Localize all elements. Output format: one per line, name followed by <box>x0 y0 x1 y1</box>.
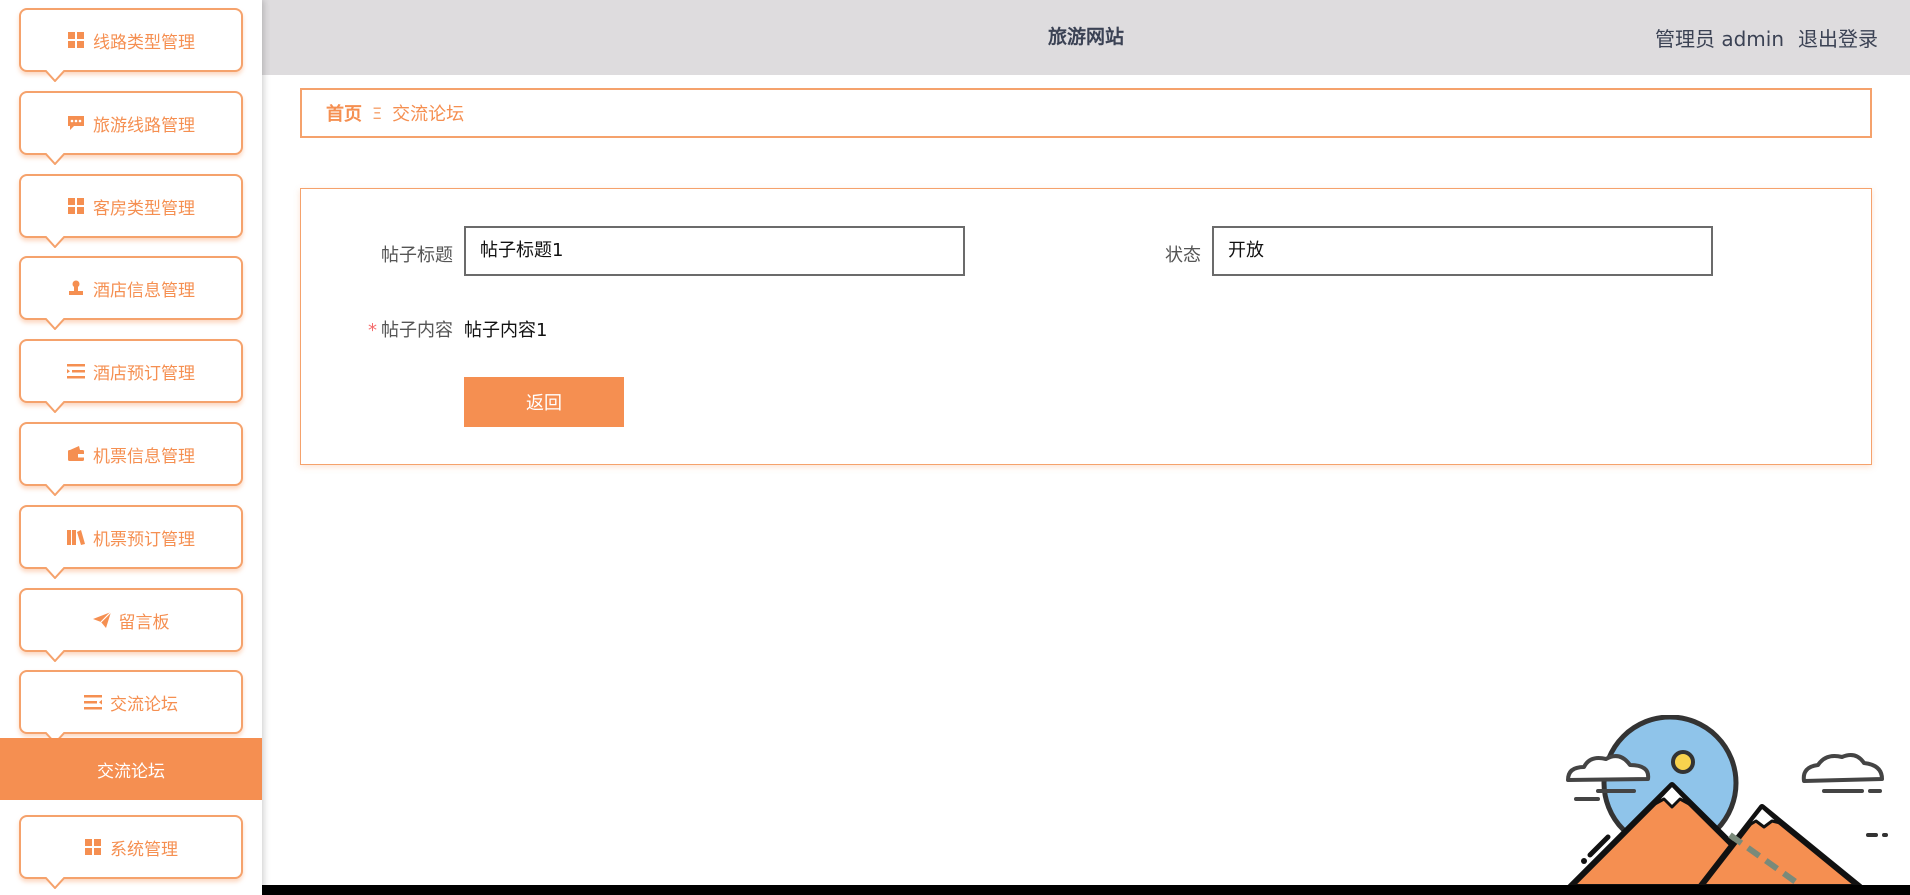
breadcrumb-separator: Ξ <box>372 103 383 123</box>
sidebar-item-label: 留言板 <box>118 612 170 633</box>
sidebar-item-route-type[interactable]: 线路类型管理 <box>19 8 243 82</box>
breadcrumb-current: 交流论坛 <box>392 104 465 125</box>
sidebar: 线路类型管理 旅游线路管理 客房类型管理 酒店信息管理 酒店预订管理 机票信息管… <box>0 0 262 895</box>
breadcrumb: 首页 Ξ 交流论坛 <box>300 88 1872 138</box>
logout-link[interactable]: 退出登录 <box>1798 23 1878 52</box>
required-mark: * <box>368 320 377 341</box>
list-icon <box>67 362 85 380</box>
sidebar-item-forum[interactable]: 交流论坛 <box>19 670 243 744</box>
grid-icon <box>67 31 85 49</box>
post-detail-form: 帖子标题 帖子标题1 状态 开放 * 帖子内容 帖子内容1 返回 <box>300 188 1872 465</box>
sidebar-item-route[interactable]: 旅游线路管理 <box>19 91 243 165</box>
sidebar-item-flight-info[interactable]: 机票信息管理 <box>19 422 243 496</box>
menu-icon <box>84 693 102 711</box>
post-content-label-text: 帖子内容 <box>381 320 453 341</box>
grid-icon <box>67 197 85 215</box>
breadcrumb-home[interactable]: 首页 <box>326 100 362 126</box>
sidebar-item-label: 旅游线路管理 <box>93 115 195 136</box>
wallet-icon <box>67 445 85 463</box>
top-header: 旅游网站 管理员 admin 退出登录 <box>262 0 1910 75</box>
sidebar-item-label: 系统管理 <box>110 839 178 860</box>
bottom-bar <box>262 885 1910 895</box>
sidebar-item-label: 酒店信息管理 <box>93 280 195 301</box>
header-user-area: 管理员 admin 退出登录 <box>1655 0 1878 75</box>
sidebar-item-label: 交流论坛 <box>110 694 178 715</box>
post-content-value: 帖子内容1 <box>464 320 548 341</box>
sidebar-item-hotel-booking[interactable]: 酒店预订管理 <box>19 339 243 413</box>
sidebar-item-label: 客房类型管理 <box>93 198 195 219</box>
sidebar-item-room-type[interactable]: 客房类型管理 <box>19 174 243 248</box>
grid-icon <box>84 838 102 856</box>
user-label: 管理员 admin <box>1654 27 1784 51</box>
sidebar-item-system[interactable]: 系统管理 <box>19 815 243 889</box>
sidebar-item-message-board[interactable]: 留言板 <box>19 588 243 662</box>
post-title-input[interactable]: 帖子标题1 <box>464 226 965 276</box>
app: 线路类型管理 旅游线路管理 客房类型管理 酒店信息管理 酒店预订管理 机票信息管… <box>0 0 1910 895</box>
post-title-label: 帖子标题 <box>381 245 453 266</box>
send-icon <box>92 611 111 629</box>
sidebar-subitem-forum-active[interactable]: 交流论坛 <box>0 738 262 800</box>
sidebar-item-label: 机票信息管理 <box>93 446 195 467</box>
sidebar-item-label: 线路类型管理 <box>93 32 195 53</box>
sidebar-item-hotel-info[interactable]: 酒店信息管理 <box>19 256 243 330</box>
back-button[interactable]: 返回 <box>464 377 624 427</box>
sidebar-item-label: 酒店预订管理 <box>93 363 195 384</box>
sidebar-item-label: 机票预订管理 <box>93 529 195 550</box>
cloud-right <box>1801 753 1884 793</box>
post-content-label: * 帖子内容 <box>368 316 453 342</box>
chat-icon <box>67 114 85 132</box>
mountain-illustration <box>1566 715 1888 890</box>
stamp-icon <box>67 279 85 297</box>
status-input[interactable]: 开放 <box>1212 226 1713 276</box>
sidebar-item-flight-booking[interactable]: 机票预订管理 <box>19 505 243 579</box>
books-icon <box>67 528 85 546</box>
status-label: 状态 <box>1165 245 1201 266</box>
